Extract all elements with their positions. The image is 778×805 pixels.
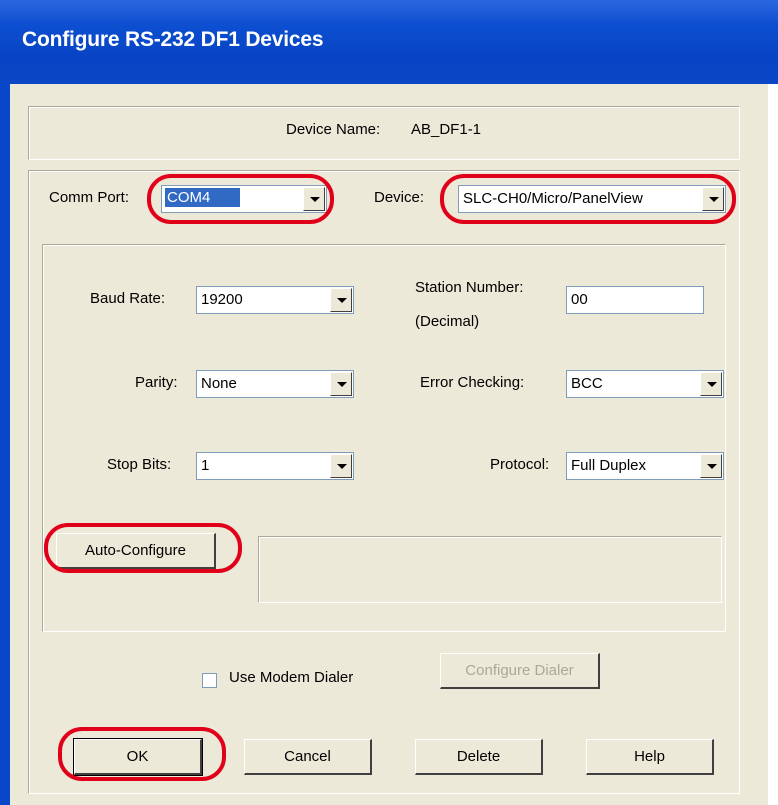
station-number-label: Station Number: xyxy=(415,279,524,296)
chevron-down-icon[interactable] xyxy=(700,372,722,396)
highlight-device xyxy=(440,174,736,224)
chevron-down-icon[interactable] xyxy=(330,454,352,478)
stop-bits-select[interactable]: 1 xyxy=(196,452,354,480)
cancel-button[interactable]: Cancel xyxy=(244,739,372,775)
error-checking-select[interactable]: BCC xyxy=(566,370,724,398)
window-border xyxy=(0,84,10,805)
stop-bits-label: Stop Bits: xyxy=(107,456,172,473)
device-name-panel: Device Name: AB_DF1-1 xyxy=(28,106,740,160)
protocol-select[interactable]: Full Duplex xyxy=(566,452,724,480)
window-title: Configure RS-232 DF1 Devices xyxy=(22,28,324,51)
use-modem-dialer-label: Use Modem Dialer xyxy=(229,669,354,686)
highlight-comm-port xyxy=(147,174,334,224)
configure-dialer-button[interactable]: Configure Dialer xyxy=(440,653,600,689)
error-checking-value: BCC xyxy=(571,375,603,392)
protocol-value: Full Duplex xyxy=(571,457,647,474)
stop-bits-value: 1 xyxy=(201,457,210,474)
highlight-ok xyxy=(58,727,226,781)
chevron-down-icon[interactable] xyxy=(700,454,722,478)
parity-select[interactable]: None xyxy=(196,370,354,398)
title-bar[interactable]: Configure RS-232 DF1 Devices xyxy=(0,0,778,84)
baud-rate-label: Baud Rate: xyxy=(90,290,166,307)
chevron-down-icon[interactable] xyxy=(330,372,352,396)
baud-rate-select[interactable]: 19200 xyxy=(196,286,354,314)
baud-rate-value: 19200 xyxy=(201,291,243,308)
device-name-value: AB_DF1-1 xyxy=(411,121,482,138)
parity-label: Parity: xyxy=(135,374,178,391)
device-name-label: Device Name: xyxy=(286,121,381,138)
help-button[interactable]: Help xyxy=(586,739,714,775)
highlight-auto-configure xyxy=(44,523,242,573)
error-checking-label: Error Checking: xyxy=(420,374,525,391)
station-number-value: 00 xyxy=(571,291,588,308)
configure-df1-dialog: Configure RS-232 DF1 Devices Device Name… xyxy=(0,0,778,805)
station-number-input[interactable]: 00 xyxy=(566,286,704,314)
station-number-sublabel: (Decimal) xyxy=(415,313,480,330)
device-label: Device: xyxy=(374,189,425,206)
parity-value: None xyxy=(201,375,237,392)
protocol-label: Protocol: xyxy=(490,456,550,473)
auto-configure-status-box xyxy=(258,536,722,603)
comm-port-label: Comm Port: xyxy=(49,189,130,206)
use-modem-dialer-checkbox[interactable] xyxy=(202,673,217,688)
chevron-down-icon[interactable] xyxy=(330,288,352,312)
delete-button[interactable]: Delete xyxy=(415,739,543,775)
